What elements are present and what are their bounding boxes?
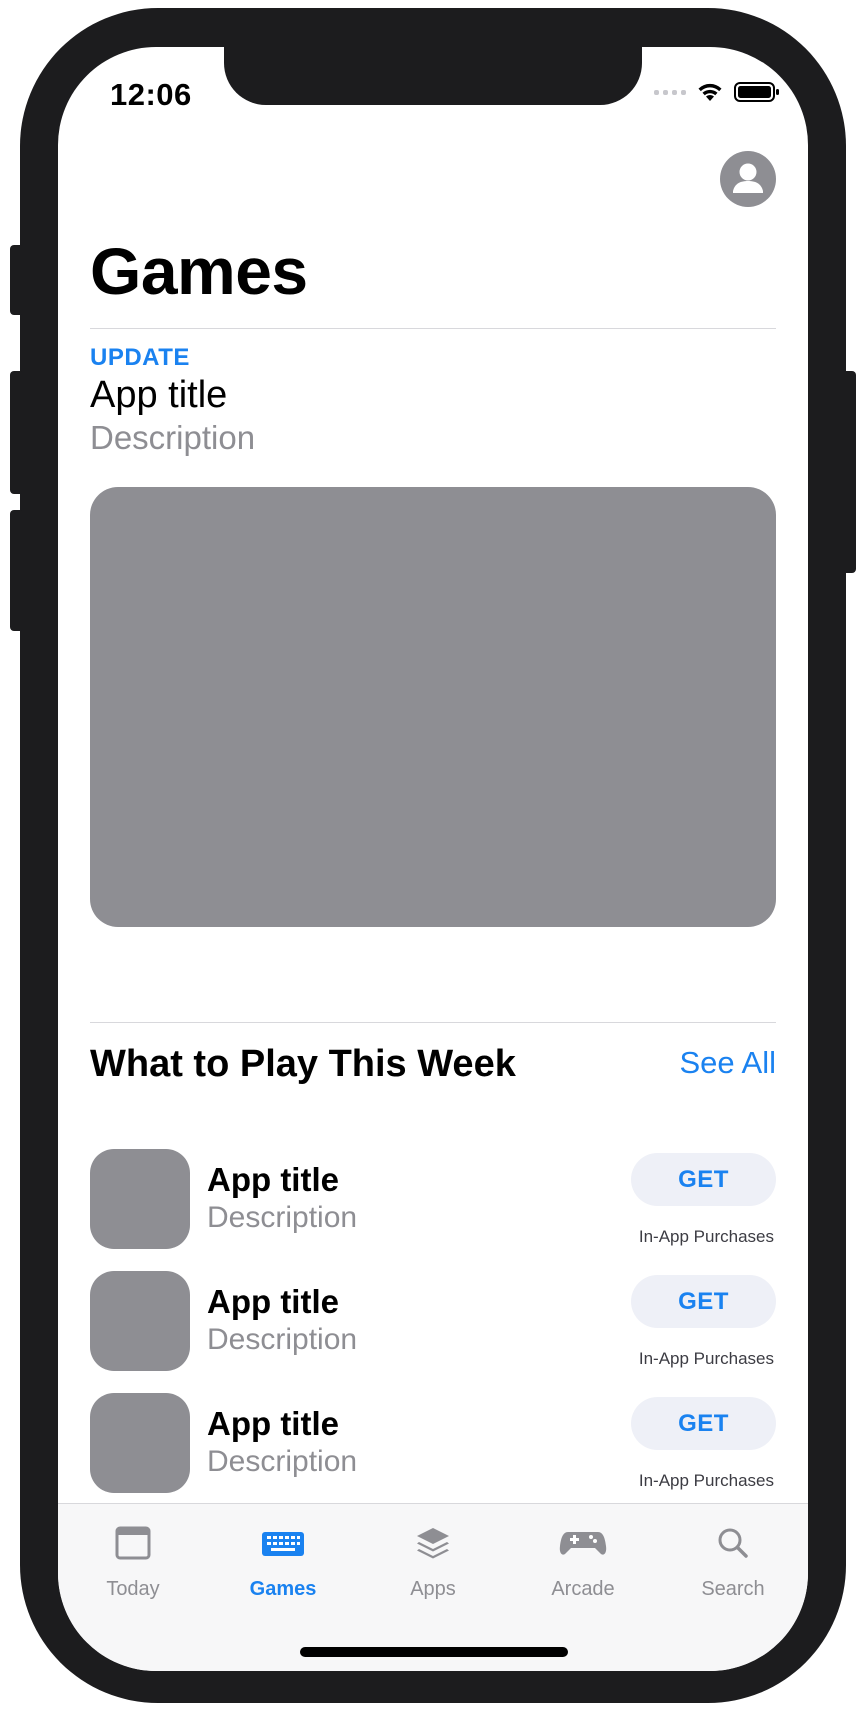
tab-label: Apps xyxy=(410,1578,456,1600)
cellular-signal-icon xyxy=(654,89,686,95)
in-app-purchases-note: In-App Purchases xyxy=(638,1227,774,1246)
profile-button[interactable] xyxy=(720,151,776,207)
battery-icon xyxy=(734,82,779,102)
arcade-controller-icon xyxy=(559,1532,607,1555)
app-icon xyxy=(90,1149,190,1249)
apps-stack-icon xyxy=(417,1528,449,1559)
app-title: App title xyxy=(207,1161,339,1198)
tab-label: Games xyxy=(249,1578,317,1600)
section-divider xyxy=(90,1022,776,1023)
app-icon xyxy=(90,1271,190,1371)
games-keyboard-icon xyxy=(262,1532,304,1556)
today-icon xyxy=(115,1526,151,1560)
volume-down-button xyxy=(10,510,24,631)
home-indicator[interactable] xyxy=(300,1647,568,1657)
status-icons xyxy=(654,81,780,103)
tab-bar: Today Games Apps Arcade Search xyxy=(58,1503,808,1671)
header-divider xyxy=(90,328,776,329)
volume-up-button xyxy=(10,371,24,494)
get-button[interactable]: GET xyxy=(631,1153,776,1206)
page-title: Games xyxy=(90,234,308,308)
app-list-item[interactable]: App title Description GET In-App Purchas… xyxy=(90,1149,776,1249)
get-button[interactable]: GET xyxy=(631,1275,776,1328)
get-button[interactable]: GET xyxy=(631,1397,776,1450)
featured-image-card[interactable] xyxy=(90,487,776,927)
featured-description: Description xyxy=(90,419,256,456)
in-app-purchases-note: In-App Purchases xyxy=(638,1349,774,1368)
app-description: Description xyxy=(207,1323,358,1356)
section-title: What to Play This Week xyxy=(90,1043,516,1085)
power-button xyxy=(842,371,856,573)
silent-switch xyxy=(10,245,24,315)
featured-eyebrow: UPDATE xyxy=(90,344,190,371)
tab-label: Search xyxy=(701,1578,765,1600)
app-title: App title xyxy=(207,1283,339,1320)
app-icon xyxy=(90,1393,190,1493)
app-list-item[interactable]: App title Description GET In-App Purchas… xyxy=(90,1271,776,1371)
notch xyxy=(224,47,642,105)
tab-today[interactable]: Today xyxy=(58,1518,208,1601)
app-description: Description xyxy=(207,1445,358,1478)
featured-title: App title xyxy=(90,374,228,416)
search-icon xyxy=(718,1528,748,1558)
wifi-icon xyxy=(698,83,722,101)
status-time: 12:06 xyxy=(110,77,192,112)
see-all-link[interactable]: See All xyxy=(679,1045,776,1081)
app-title: App title xyxy=(207,1405,339,1442)
tab-arcade[interactable]: Arcade xyxy=(508,1518,658,1601)
in-app-purchases-note: In-App Purchases xyxy=(638,1471,774,1490)
app-list-item[interactable]: App title Description GET In-App Purchas… xyxy=(90,1393,776,1493)
tab-label: Arcade xyxy=(551,1578,615,1600)
screen: 12:06 Games UPDATE App title Description… xyxy=(58,47,808,1671)
tab-search[interactable]: Search xyxy=(658,1518,808,1601)
tab-label: Today xyxy=(106,1578,160,1600)
person-icon xyxy=(733,163,763,193)
tab-games[interactable]: Games xyxy=(208,1518,358,1601)
app-description: Description xyxy=(207,1201,358,1234)
tab-apps[interactable]: Apps xyxy=(358,1518,508,1601)
